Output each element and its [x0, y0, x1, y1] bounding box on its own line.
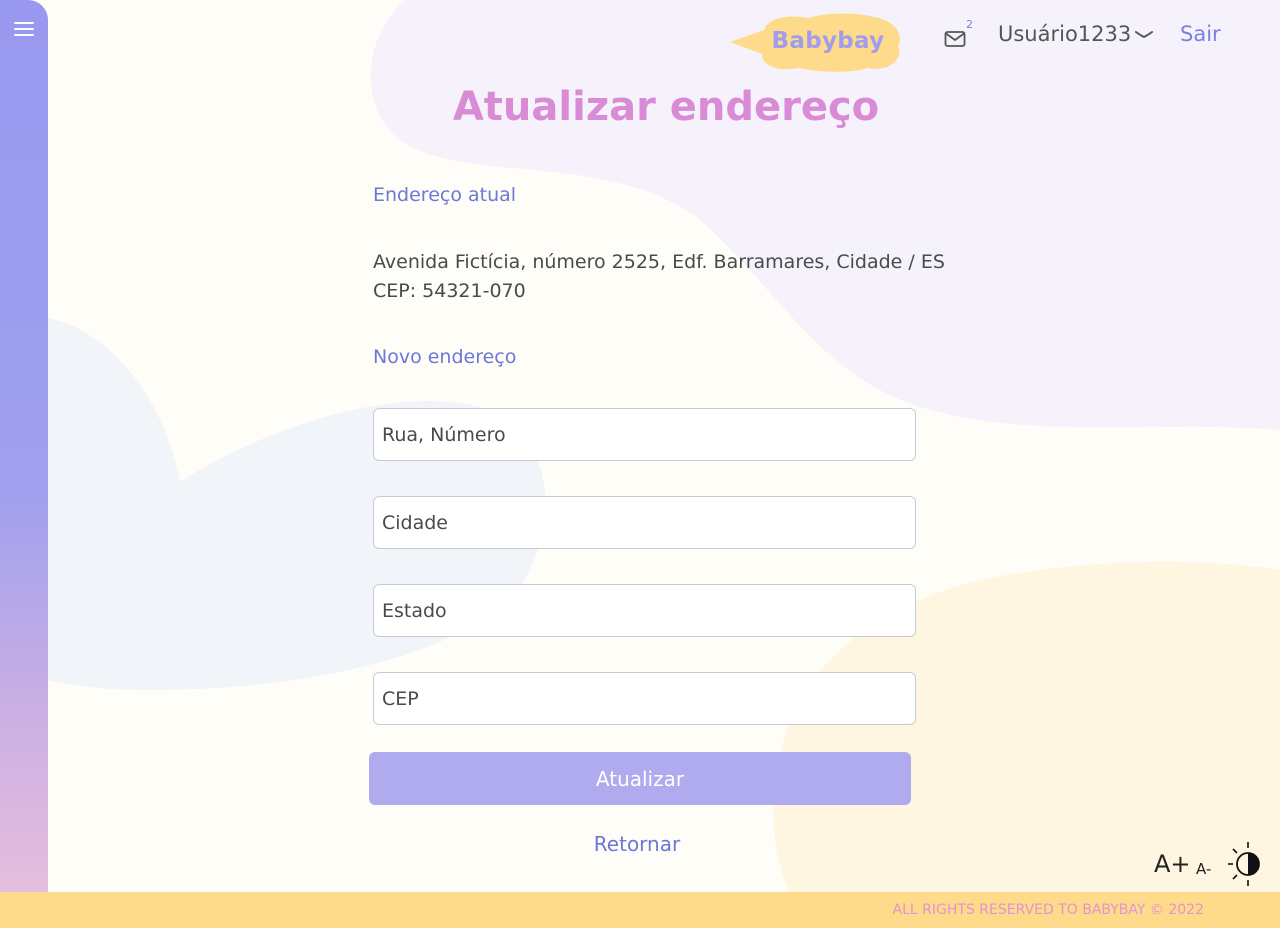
mail-count-badge: 2: [966, 18, 973, 31]
logout-link[interactable]: Sair: [1180, 22, 1221, 46]
city-input[interactable]: [373, 496, 916, 549]
current-address-text: Avenida Fictícia, número 2525, Edf. Barr…: [373, 248, 945, 306]
return-link[interactable]: Retornar: [540, 832, 734, 856]
chevron-down-icon[interactable]: [1135, 30, 1153, 40]
sidebar: [0, 0, 48, 892]
hamburger-menu-icon[interactable]: [14, 22, 34, 38]
copyright-text: ALL RIGHTS RESERVED TO BABYBAY © 2022: [892, 902, 1204, 918]
zip-code-input[interactable]: [373, 672, 916, 725]
increase-font-button[interactable]: A+: [1154, 850, 1191, 878]
username-label[interactable]: Usuário1233: [998, 22, 1131, 46]
babybay-logo[interactable]: Babybay: [728, 12, 904, 74]
footer: ALL RIGHTS RESERVED TO BABYBAY © 2022: [0, 892, 1280, 928]
messages-button[interactable]: 2: [944, 18, 974, 50]
update-button[interactable]: Atualizar: [369, 752, 911, 805]
current-address-label: Endereço atual: [373, 184, 517, 206]
envelope-icon: [944, 31, 966, 47]
logo-text: Babybay: [771, 28, 885, 54]
current-address-line: Avenida Fictícia, número 2525, Edf. Barr…: [373, 251, 945, 273]
current-address-zip: CEP: 54321-070: [373, 280, 526, 302]
state-input[interactable]: [373, 584, 916, 637]
decrease-font-button[interactable]: A-: [1196, 860, 1211, 878]
street-number-input[interactable]: [373, 408, 916, 461]
contrast-icon[interactable]: [1226, 840, 1266, 888]
page-title: Atualizar endereço: [452, 84, 880, 130]
new-address-label: Novo endereço: [373, 346, 517, 368]
